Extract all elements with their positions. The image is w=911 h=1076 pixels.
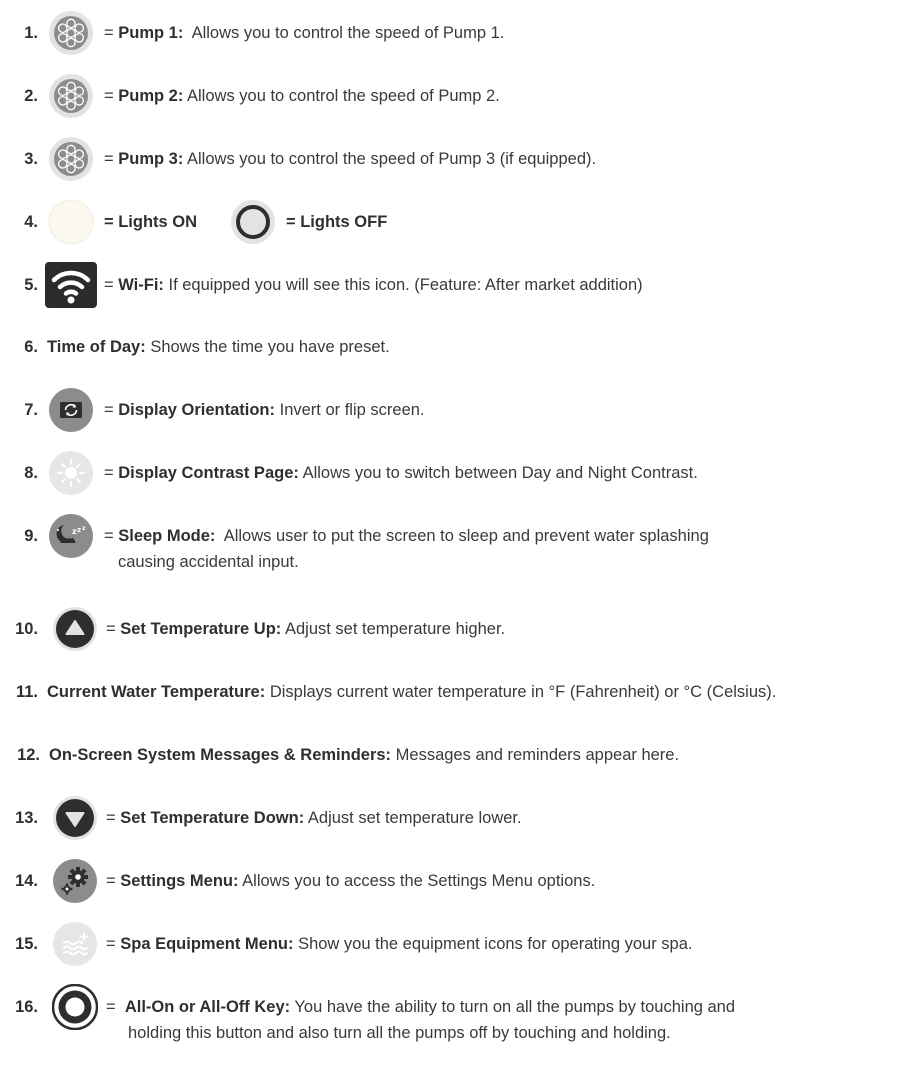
equals-sign: =	[106, 935, 121, 953]
equals-sign: =	[104, 401, 119, 419]
item-description: Adjust set temperature higher.	[284, 620, 506, 638]
item-label: Wi-Fi:	[118, 276, 164, 294]
lights-off-label: = Lights OFF	[286, 213, 388, 231]
item-description: Allows you to control the speed of Pump …	[187, 150, 597, 168]
item-number: 15.	[15, 935, 38, 953]
svg-text:z: z	[82, 525, 86, 532]
item-label: Pump 3:	[118, 150, 184, 168]
item-label: Current Water Temperature:	[47, 683, 266, 701]
wifi-icon	[45, 262, 97, 308]
item-description-continued: causing accidental input.	[118, 553, 299, 571]
item-description: Adjust set temperature lower.	[307, 809, 522, 827]
item-label: Settings Menu:	[120, 872, 239, 890]
item-description: Allows you to control the speed of Pump …	[187, 87, 500, 105]
item-description: Allows you to control the speed of Pump …	[191, 24, 505, 42]
temp-up-icon	[52, 606, 98, 652]
equals-sign: =	[104, 527, 119, 545]
pump-icon	[48, 73, 94, 119]
spa-equipment-icon	[52, 921, 98, 967]
item-description: Allows you to switch between Day and Nig…	[302, 464, 698, 482]
item-number: 9.	[24, 527, 38, 545]
lights-on-icon	[48, 199, 94, 245]
item-label: Display Orientation:	[118, 401, 276, 419]
item-number: 8.	[24, 464, 38, 482]
item-label: On-Screen System Messages & Reminders:	[49, 746, 392, 764]
equals-sign: =	[104, 464, 119, 482]
settings-gear-icon	[52, 858, 98, 904]
item-number: 7.	[24, 401, 38, 419]
pump-icon	[48, 10, 94, 56]
sleep-mode-icon: zzz	[48, 513, 94, 559]
equals-sign: =	[104, 87, 119, 105]
item-description: Shows the time you have preset.	[150, 338, 390, 356]
equals-sign: =	[104, 276, 119, 294]
item-label: Time of Day:	[47, 338, 146, 356]
item-label: Set Temperature Down:	[120, 809, 305, 827]
item-number: 2.	[24, 87, 38, 105]
pump-icon	[48, 136, 94, 182]
equals-sign: =	[104, 24, 119, 42]
item-description: Displays current water temperature in °F…	[269, 683, 777, 701]
item-label: Pump 1:	[118, 24, 184, 42]
equals-sign: =	[106, 809, 121, 827]
item-description: Allows you to access the Settings Menu o…	[242, 872, 596, 890]
temp-down-icon	[52, 795, 98, 841]
item-description: You have the ability to turn on all the …	[294, 998, 736, 1016]
equals-sign: =	[106, 620, 121, 638]
item-description: If equipped you will see this icon. (Fea…	[168, 276, 643, 294]
item-description: Invert or flip screen.	[279, 401, 425, 419]
item-number: 5.	[24, 276, 38, 294]
item-number: 6.	[24, 338, 38, 356]
item-number: 4.	[24, 213, 38, 231]
equals-sign: =	[104, 150, 119, 168]
item-number: 16.	[15, 998, 38, 1016]
lights-on-label: = Lights ON	[104, 213, 198, 231]
item-label: Display Contrast Page:	[118, 464, 299, 482]
item-label: All-On or All-Off Key:	[124, 998, 291, 1016]
item-label: Sleep Mode:	[118, 527, 216, 545]
item-number: 12.	[17, 746, 40, 764]
item-number: 11.	[15, 683, 38, 701]
item-number: 1.	[24, 24, 38, 42]
item-number: 3.	[24, 150, 38, 168]
item-description: Show you the equipment icons for operati…	[298, 935, 693, 953]
equals-sign: =	[106, 872, 121, 890]
contrast-sun-icon	[48, 450, 94, 496]
item-number: 13.	[15, 809, 38, 827]
item-number: 14.	[15, 872, 38, 890]
item-description: Messages and reminders appear here.	[395, 746, 680, 764]
item-description-continued: holding this button and also turn all th…	[128, 1024, 671, 1042]
svg-text:z: z	[77, 526, 81, 534]
equals-sign: =	[106, 998, 125, 1016]
item-number: 10.	[15, 620, 38, 638]
item-label: Set Temperature Up:	[120, 620, 282, 638]
lights-off-icon	[230, 199, 276, 245]
item-label: Spa Equipment Menu:	[120, 935, 294, 953]
item-description: Allows user to put the screen to sleep a…	[223, 527, 709, 545]
item-label: Pump 2:	[118, 87, 184, 105]
display-orientation-icon	[48, 387, 94, 433]
all-on-off-icon	[52, 984, 98, 1030]
